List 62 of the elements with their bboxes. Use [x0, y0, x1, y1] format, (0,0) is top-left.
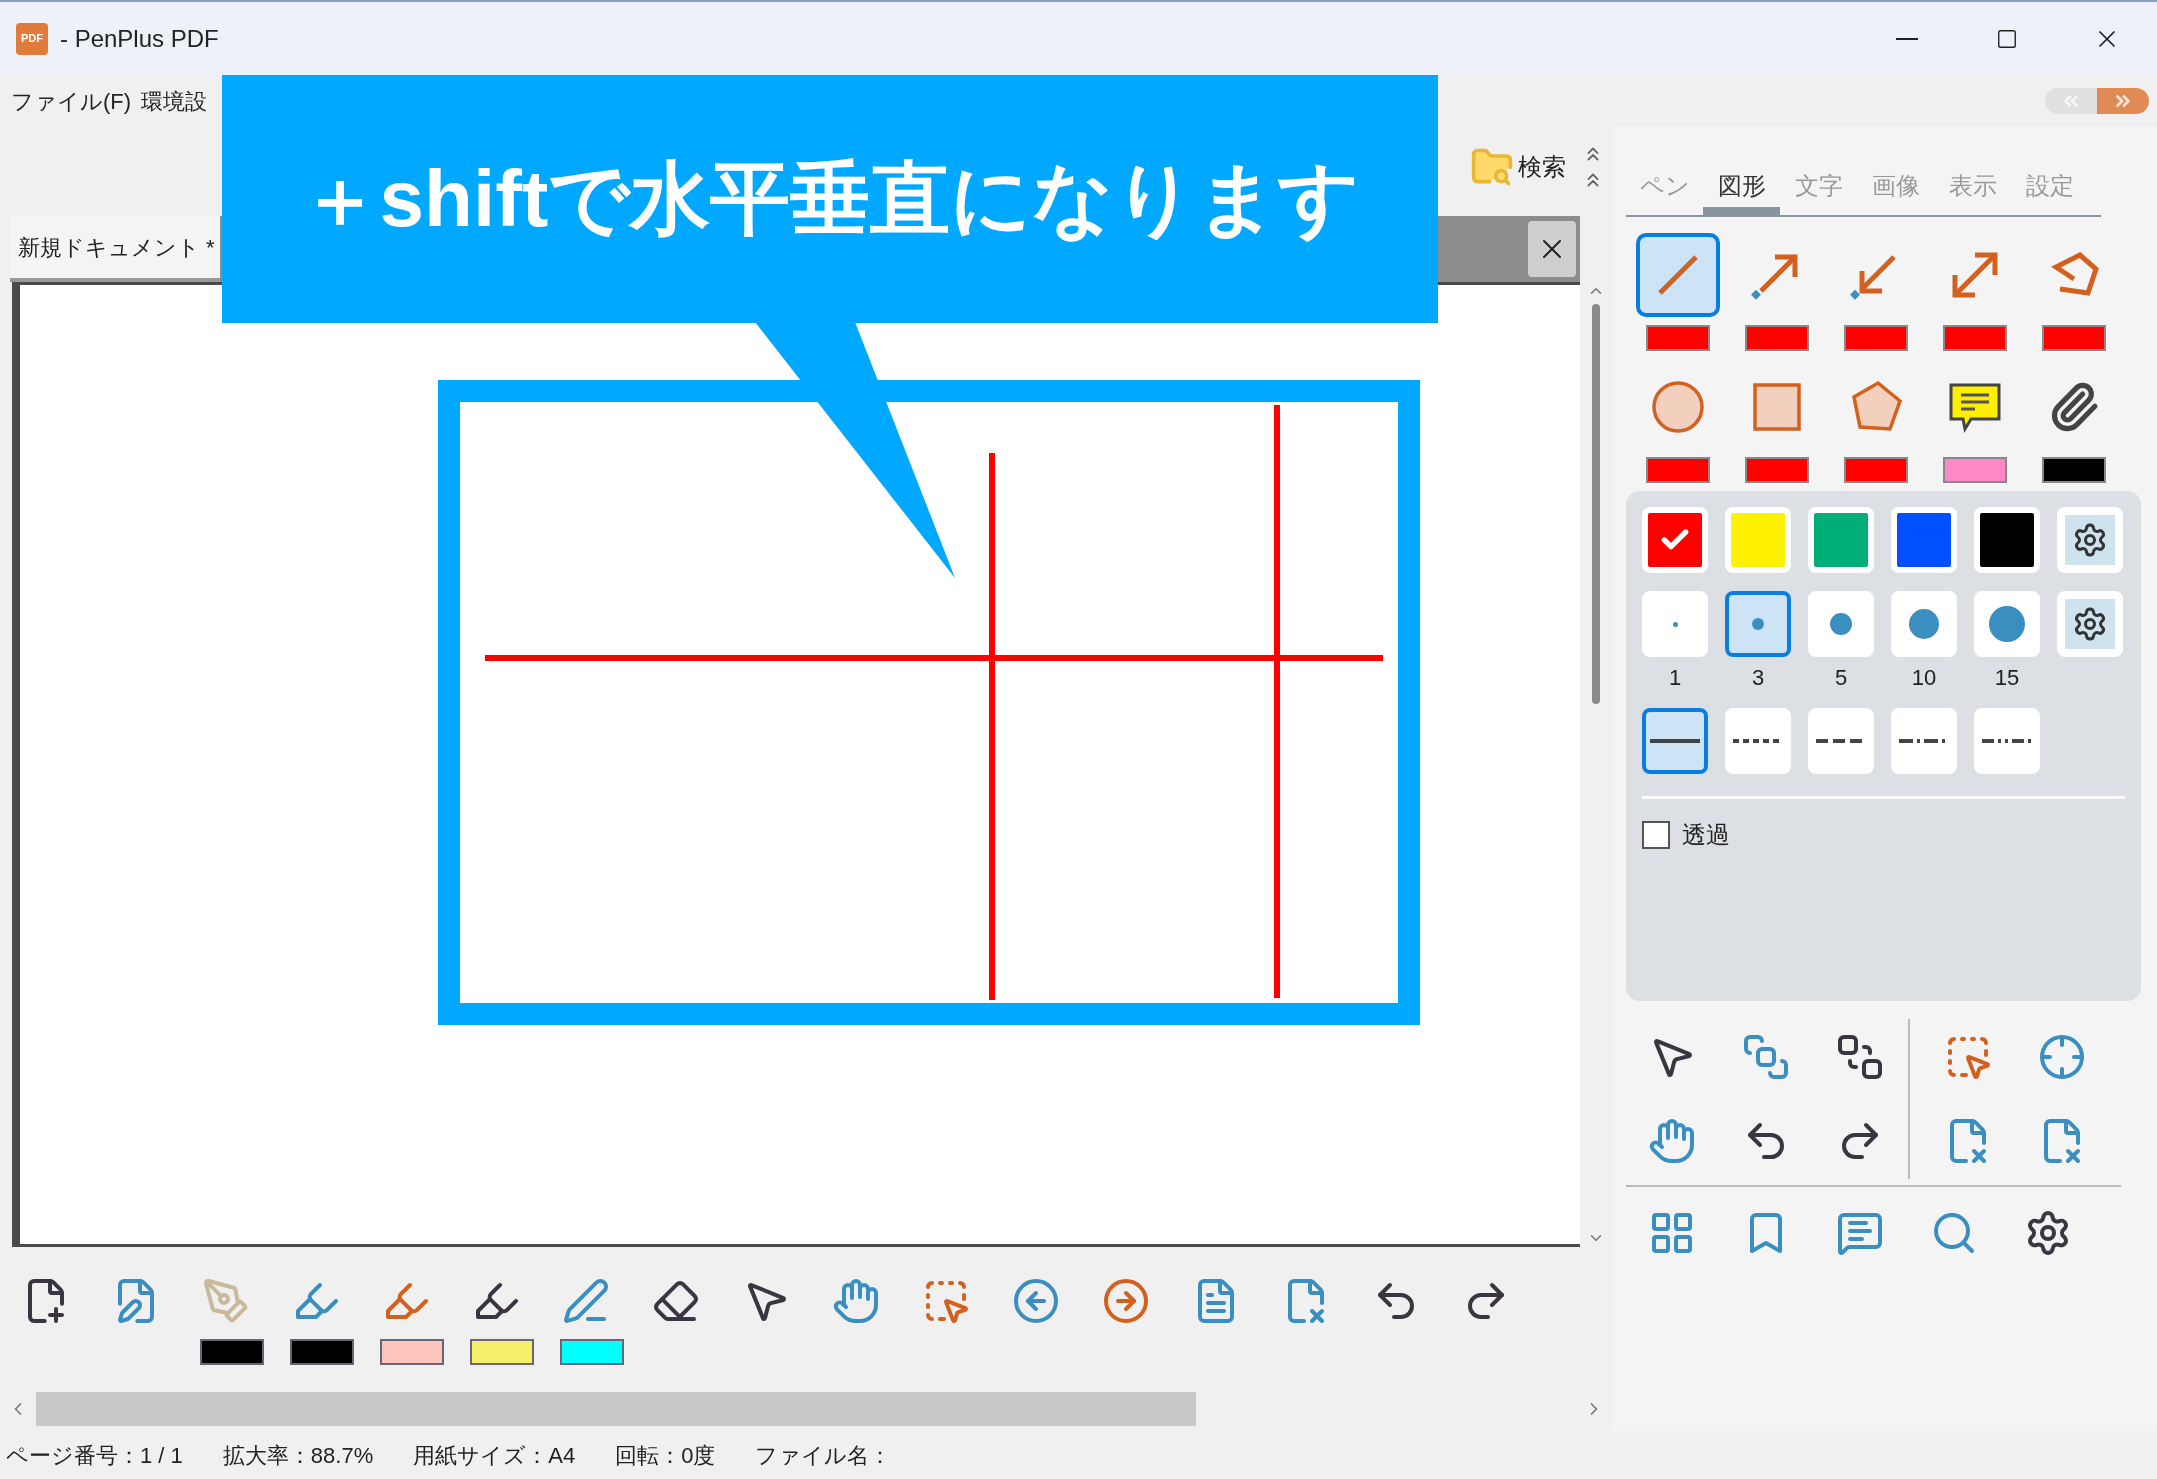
- line-style-button[interactable]: [1642, 708, 1708, 774]
- settings-icon: [2072, 522, 2108, 558]
- crosshair-icon: [2038, 1033, 2086, 1081]
- text-pen-icon: [562, 1277, 610, 1325]
- line-width-label: 10: [1911, 664, 1937, 692]
- line-width-label: 3: [1751, 664, 1765, 692]
- color-settings-button[interactable]: [2057, 507, 2123, 573]
- close-document-button[interactable]: [1528, 221, 1576, 277]
- color-button[interactable]: [1642, 507, 1708, 573]
- status-text: 用紙サイズ：A4: [413, 1441, 576, 1470]
- line-style-icon: [1980, 736, 2034, 746]
- last-page-button[interactable]: [2097, 88, 2149, 114]
- maximize-icon: [1996, 27, 2018, 50]
- shape-color-swatch[interactable]: [1744, 457, 1809, 483]
- minimize-icon: [1896, 37, 1918, 40]
- line-style-icon: [1648, 736, 1702, 746]
- color-button[interactable]: [1891, 507, 1957, 573]
- shape-color-swatch[interactable]: [1844, 325, 1908, 351]
- color-button[interactable]: [1974, 507, 2040, 573]
- checkbox[interactable]: [1642, 821, 1670, 849]
- panel-tab[interactable]: 図形: [1703, 165, 1780, 215]
- app-icon: PDF: [16, 22, 48, 55]
- hand-icon: [832, 1277, 880, 1325]
- shape-color-swatch[interactable]: [2042, 457, 2107, 483]
- shape-color-swatch[interactable]: [1943, 457, 2008, 483]
- status-text: 拡大率：88.7%: [222, 1441, 374, 1470]
- zoom-out-icon: [1012, 1277, 1060, 1325]
- window-title: - PenPlus PDF: [60, 23, 219, 54]
- shape-tool-button[interactable]: [1635, 233, 1720, 317]
- line-width-label: 15: [1994, 664, 2020, 692]
- hand-icon: [1648, 1117, 1696, 1165]
- bring-to-front-icon: [1742, 1033, 1790, 1081]
- pen-color-swatch[interactable]: [560, 1339, 624, 1365]
- pen-color-swatch[interactable]: [200, 1339, 264, 1365]
- line-width-button[interactable]: [1725, 591, 1791, 657]
- shape-color-swatch[interactable]: [1645, 457, 1710, 483]
- color-button[interactable]: [1808, 507, 1874, 573]
- shape-color-swatch[interactable]: [1645, 325, 1710, 351]
- status-text: 回転：0度: [615, 1441, 716, 1470]
- pen-color-swatch[interactable]: [290, 1339, 354, 1365]
- status-text: ファイル名：: [755, 1441, 892, 1470]
- pen-icon: [202, 1277, 250, 1325]
- document-tab[interactable]: 新規ドキュメント *: [10, 216, 220, 282]
- pen-color-swatch[interactable]: [380, 1339, 444, 1365]
- shape-color-swatch[interactable]: [1943, 325, 2008, 351]
- pen-color-swatch[interactable]: [470, 1339, 534, 1365]
- shape-color-swatch[interactable]: [2042, 325, 2107, 351]
- menu-item[interactable]: 環境設: [136, 84, 213, 118]
- scrollbar-thumb[interactable]: [1592, 304, 1600, 704]
- status-text: ページ番号：1 / 1: [6, 1441, 183, 1470]
- color-button[interactable]: [1725, 507, 1791, 573]
- width-settings-button[interactable]: [2057, 591, 2123, 657]
- zoom-in-icon: [1102, 1277, 1150, 1325]
- shape-color-swatch[interactable]: [1744, 325, 1809, 351]
- line-width-label: 1: [1668, 664, 1682, 692]
- shape-color-swatch[interactable]: [1844, 457, 1908, 483]
- search-button[interactable]: 検索: [1462, 137, 1574, 197]
- menu-item[interactable]: ファイル(F): [6, 84, 137, 118]
- checkbox-label: 透過: [1682, 820, 1730, 850]
- settings-icon: [2072, 606, 2108, 642]
- line-width-label: 5: [1834, 664, 1848, 692]
- send-to-back-icon: [1836, 1033, 1884, 1081]
